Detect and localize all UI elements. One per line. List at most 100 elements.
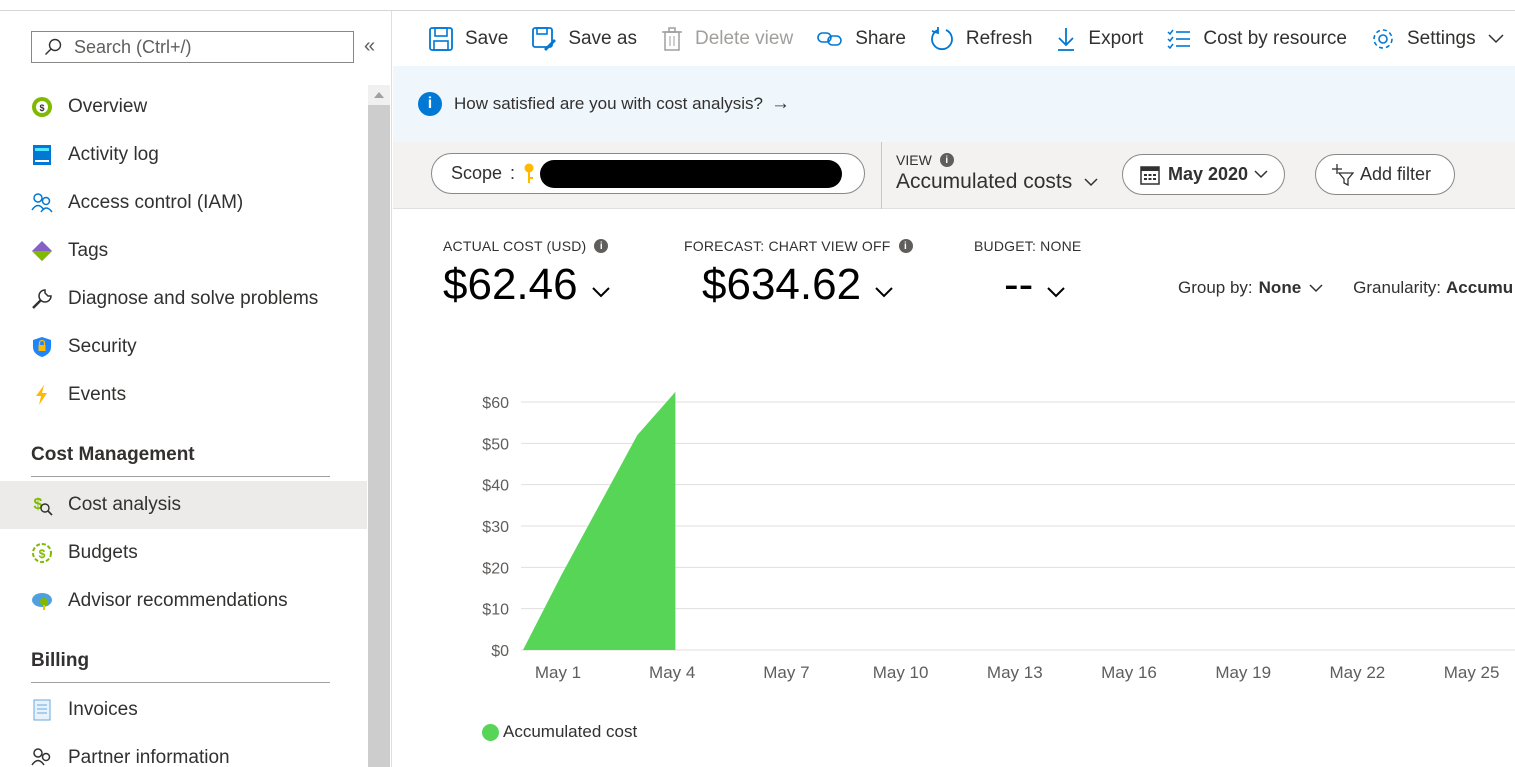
save-label: Save (465, 27, 509, 49)
info-icon: i (594, 239, 609, 253)
refresh-button[interactable]: Refresh (930, 26, 1033, 51)
info-icon: i (418, 92, 442, 116)
list-icon (1167, 29, 1191, 49)
accumulated-cost-area[interactable] (523, 391, 676, 650)
y-tick-label: $20 (482, 560, 509, 577)
delete-view-label: Delete view (694, 27, 794, 49)
nav-invoices[interactable]: Invoices (0, 686, 367, 734)
refresh-label: Refresh (965, 27, 1033, 49)
actual-cost-kpi[interactable]: ACTUAL COST (USD) i $62.46 (443, 238, 610, 310)
nav-tags[interactable]: Tags (0, 227, 367, 275)
x-tick-label: May 22 (1330, 663, 1386, 682)
chart-legend[interactable]: Accumulated cost (482, 722, 637, 742)
nav-label: Partner information (68, 747, 230, 767)
cost-by-resource-button[interactable]: Cost by resource (1167, 28, 1347, 50)
y-tick-label: $50 (482, 436, 509, 453)
forecast-kpi[interactable]: FORECAST: CHART VIEW OFF i $634.62 (684, 238, 913, 310)
group-by-selector[interactable]: Group by: None (1178, 278, 1323, 298)
scope-label: Scope (451, 163, 503, 183)
search-icon (45, 38, 62, 55)
x-tick-label: May 10 (873, 663, 929, 682)
delete-view-button[interactable]: Delete view (661, 26, 794, 51)
search-input[interactable]: Search (Ctrl+/) (31, 31, 354, 63)
nav-label: Access control (IAM) (68, 192, 244, 213)
date-picker[interactable]: May 2020 (1122, 154, 1285, 195)
y-tick-label: $40 (482, 478, 509, 495)
nav-label: Overview (68, 96, 148, 117)
collapse-menu-button[interactable]: « (364, 35, 375, 58)
redacted-scope (540, 160, 842, 188)
share-button[interactable]: Share (817, 28, 906, 50)
budget-kpi[interactable]: BUDGET: NONE -- (974, 238, 1081, 310)
save-icon (429, 26, 453, 51)
x-tick-label: May 1 (535, 663, 581, 682)
actual-cost-value: $62.46 (443, 260, 578, 309)
advisor-icon (31, 590, 53, 612)
view-label: VIEW (896, 152, 932, 168)
nav-advisor[interactable]: Advisor recommendations (0, 577, 367, 625)
chevron-down-icon (1488, 33, 1504, 43)
granularity-value: Accumu (1446, 278, 1514, 297)
x-tick-label: May 4 (649, 663, 695, 682)
budget-icon: $ (31, 542, 53, 564)
save-button[interactable]: Save (429, 26, 509, 51)
cost-chart: $0 $10 $20 $30 $40 $50 $60 May 1 May 4 May 7 May 1… (482, 391, 1515, 682)
gear-icon (1371, 27, 1395, 51)
settings-label: Settings (1406, 27, 1476, 49)
scrollbar[interactable] (368, 85, 390, 767)
chevron-down-icon (1047, 286, 1066, 297)
cost-analysis-icon: $ (31, 494, 53, 516)
budget-label: BUDGET: NONE (974, 238, 1082, 254)
nav-security[interactable]: Security (0, 323, 367, 371)
nav-budgets[interactable]: $ Budgets (0, 529, 367, 577)
forecast-label: FORECAST: CHART VIEW OFF (684, 238, 891, 254)
nav-label: Security (68, 336, 137, 357)
feedback-banner[interactable]: i How satisfied are you with cost analys… (393, 66, 1515, 142)
group-by-label: Group by: (1178, 278, 1253, 297)
wrench-icon (31, 288, 53, 310)
add-filter-button[interactable]: Add filter (1315, 154, 1455, 195)
nav-overview[interactable]: $ Overview (0, 83, 367, 131)
trash-icon (661, 26, 683, 51)
x-tick-label: May 19 (1215, 663, 1271, 682)
granularity-selector[interactable]: Granularity: Accumu (1353, 278, 1513, 298)
budget-value: -- (1004, 260, 1034, 309)
chevron-down-icon (591, 286, 610, 297)
save-as-button[interactable]: Save as (532, 26, 637, 51)
x-tick-label: May 25 (1444, 663, 1500, 682)
y-tick-label: $30 (482, 519, 509, 536)
chevron-down-icon (1254, 170, 1268, 179)
granularity-label: Granularity: (1353, 278, 1442, 297)
key-icon (523, 163, 535, 185)
settings-button[interactable]: Settings (1371, 27, 1504, 51)
nav-diagnose[interactable]: Diagnose and solve problems (0, 275, 367, 323)
y-tick-label: $10 (482, 602, 509, 619)
nav-label: Diagnose and solve problems (68, 288, 319, 309)
actual-cost-label: ACTUAL COST (USD) (443, 238, 587, 254)
export-label: Export (1088, 27, 1144, 49)
x-tick-label: May 16 (1101, 663, 1157, 682)
lightning-icon (31, 384, 53, 406)
filter-separator (881, 142, 882, 209)
activity-log-icon (31, 144, 53, 166)
nav-access-control[interactable]: Access control (IAM) (0, 179, 367, 227)
forecast-value: $634.62 (702, 260, 862, 309)
export-button[interactable]: Export (1056, 27, 1143, 51)
view-selector[interactable]: VIEW i Accumulated costs (896, 152, 1098, 194)
shield-icon (31, 336, 53, 358)
scroll-up-arrow[interactable] (368, 85, 390, 105)
section-billing: Billing (31, 650, 330, 683)
tag-icon (31, 240, 53, 262)
nav-partner-information[interactable]: Partner information (0, 734, 367, 767)
nav-cost-analysis[interactable]: $ Cost analysis (0, 481, 367, 529)
nav-activity-log[interactable]: Activity log (0, 131, 367, 179)
nav-label: Tags (68, 240, 109, 261)
nav-events[interactable]: Events (0, 371, 367, 419)
y-tick-label: $60 (482, 395, 509, 412)
add-filter-label: Add filter (1360, 164, 1432, 184)
view-value: Accumulated costs (896, 170, 1073, 193)
resource-menu: Search (Ctrl+/) « $ Overview Activity lo… (0, 11, 392, 767)
nav-label: Events (68, 384, 127, 405)
nav-label: Budgets (68, 542, 138, 563)
chevron-down-icon (1084, 177, 1098, 186)
